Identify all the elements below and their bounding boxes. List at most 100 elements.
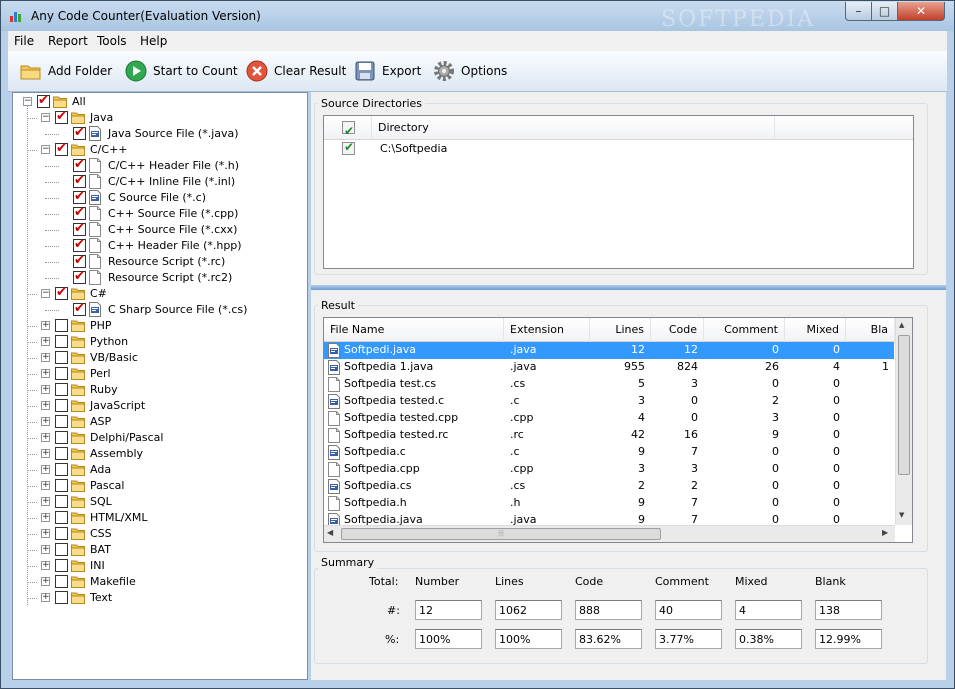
tree-checkbox[interactable] (37, 93, 50, 108)
title-bar[interactable]: Any Code Counter(Evaluation Version) SOF… (1, 1, 954, 32)
expand-icon[interactable]: + (41, 433, 50, 442)
tree-checkbox[interactable] (55, 335, 68, 348)
tree-checkbox[interactable] (55, 383, 68, 396)
result-row[interactable]: Softpedia tested.cpp .cpp 4 0 3 0 (324, 410, 894, 427)
summary-count-code[interactable]: 888 (575, 600, 642, 620)
close-button[interactable]: ✕ (897, 2, 945, 21)
tree-checkbox[interactable] (55, 415, 68, 428)
column-header-mixed[interactable]: Mixed (785, 318, 846, 342)
vertical-scroll-thumb[interactable] (898, 335, 910, 475)
tree-node[interactable]: + Text (13, 590, 307, 606)
tree-checkbox[interactable] (73, 157, 86, 172)
export-button[interactable]: Export (354, 59, 421, 83)
collapse-icon[interactable]: − (41, 113, 50, 122)
column-header-blank[interactable]: Bla (846, 318, 895, 342)
summary-percent-number[interactable]: 100% (415, 629, 482, 649)
tree-node[interactable]: C++ Header File (*.hpp) (13, 237, 307, 254)
collapse-icon[interactable]: − (23, 97, 32, 106)
column-header-lines[interactable]: Lines (590, 318, 651, 342)
summary-percent-comment[interactable]: 3.77% (655, 629, 722, 649)
tree-checkbox[interactable] (55, 399, 68, 412)
directory-select-all-header[interactable] (324, 116, 372, 143)
tree-checkbox[interactable] (73, 173, 86, 188)
summary-percent-code[interactable]: 83.62% (575, 629, 642, 649)
add-folder-button[interactable]: Add Folder (20, 59, 112, 83)
menu-tools[interactable]: Tools (97, 34, 127, 48)
summary-count-blank[interactable]: 138 (815, 600, 882, 620)
start-to-count-button[interactable]: Start to Count (125, 59, 238, 83)
horizontal-scrollbar[interactable]: ◀ ⦙⦙⦙ ▶ (324, 525, 895, 542)
tree-node[interactable]: + HTML/XML (13, 510, 307, 526)
tree-node[interactable]: + Assembly (13, 446, 307, 462)
tree-node[interactable]: C/C++ Inline File (*.inl) (13, 173, 307, 190)
maximize-button[interactable]: □ (871, 2, 898, 21)
scroll-right-icon[interactable]: ▶ (882, 528, 888, 537)
expand-icon[interactable]: + (41, 577, 50, 586)
tree-checkbox[interactable] (55, 591, 68, 604)
scroll-left-icon[interactable]: ◀ (327, 528, 333, 537)
tree-node[interactable]: + BAT (13, 542, 307, 558)
tree-node[interactable]: + Delphi/Pascal (13, 430, 307, 446)
result-row[interactable]: Softpedia tested.rc .rc 42 16 9 0 (324, 427, 894, 444)
expand-icon[interactable]: + (41, 545, 50, 554)
summary-count-lines[interactable]: 1062 (495, 600, 562, 620)
expand-icon[interactable]: + (41, 417, 50, 426)
horizontal-scroll-thumb[interactable]: ⦙⦙⦙ (341, 528, 661, 540)
result-row[interactable]: Softpedia.cs .cs 2 2 0 0 (324, 478, 894, 495)
tree-checkbox[interactable] (73, 237, 86, 252)
tree-node[interactable]: Resource Script (*.rc) (13, 253, 307, 270)
expand-icon[interactable]: + (41, 561, 50, 570)
tree-node[interactable]: − All (13, 93, 307, 110)
expand-icon[interactable]: + (41, 385, 50, 394)
tree-node[interactable]: + ASP (13, 414, 307, 430)
tree-checkbox[interactable] (55, 527, 68, 540)
directory-column-header[interactable]: Directory (372, 116, 775, 140)
tree-checkbox[interactable] (55, 431, 68, 444)
directory-list[interactable]: Directory C:\Softpedia (323, 115, 914, 269)
scroll-down-icon[interactable]: ▼ (899, 511, 904, 519)
minimize-button[interactable]: – (845, 2, 872, 21)
expand-icon[interactable]: + (41, 513, 50, 522)
column-header-code[interactable]: Code (651, 318, 704, 342)
result-row[interactable]: Softpedia tested.c .c 3 0 2 0 (324, 393, 894, 410)
expand-icon[interactable]: + (41, 449, 50, 458)
scroll-up-icon[interactable]: ▲ (899, 321, 904, 329)
select-all-checkbox[interactable] (342, 119, 355, 143)
pane-splitter[interactable] (311, 285, 946, 290)
result-list[interactable]: File Name Extension Lines Code Comment Mixed B… (323, 317, 913, 543)
tree-checkbox[interactable] (55, 319, 68, 332)
tree-node[interactable]: + CSS (13, 526, 307, 542)
menu-file[interactable]: File (14, 34, 34, 48)
tree-node[interactable]: Java Source File (*.java) (13, 125, 307, 142)
tree-checkbox[interactable] (55, 511, 68, 524)
tree-node[interactable]: + Perl (13, 366, 307, 382)
tree-node[interactable]: Resource Script (*.rc2) (13, 269, 307, 286)
tree-node[interactable]: C Sharp Source File (*.cs) (13, 301, 307, 318)
summary-count-number[interactable]: 12 (415, 600, 482, 620)
tree-node[interactable]: − Java (13, 109, 307, 126)
tree-checkbox[interactable] (55, 447, 68, 460)
tree-node[interactable]: + SQL (13, 494, 307, 510)
tree-node[interactable]: C++ Source File (*.cpp) (13, 205, 307, 222)
tree-checkbox[interactable] (73, 301, 86, 316)
tree-checkbox[interactable] (55, 351, 68, 364)
tree-checkbox[interactable] (55, 285, 68, 300)
result-row[interactable]: Softpedia test.cs .cs 5 3 0 0 (324, 376, 894, 393)
tree-node[interactable]: + JavaScript (13, 398, 307, 414)
tree-node[interactable]: + VB/Basic (13, 350, 307, 366)
tree-node[interactable]: − C/C++ (13, 141, 307, 158)
tree-node[interactable]: + Makefile (13, 574, 307, 590)
tree-checkbox[interactable] (73, 253, 86, 268)
directory-row-checkbox[interactable] (342, 140, 355, 155)
tree-node[interactable]: + Ada (13, 462, 307, 478)
directory-row[interactable]: C:\Softpedia (324, 140, 913, 157)
summary-percent-lines[interactable]: 100% (495, 629, 562, 649)
expand-icon[interactable]: + (41, 481, 50, 490)
tree-checkbox[interactable] (55, 495, 68, 508)
tree-checkbox[interactable] (55, 479, 68, 492)
tree-checkbox[interactable] (55, 367, 68, 380)
expand-icon[interactable]: + (41, 465, 50, 474)
tree-checkbox[interactable] (73, 221, 86, 236)
expand-icon[interactable]: + (41, 337, 50, 346)
expand-icon[interactable]: + (41, 321, 50, 330)
